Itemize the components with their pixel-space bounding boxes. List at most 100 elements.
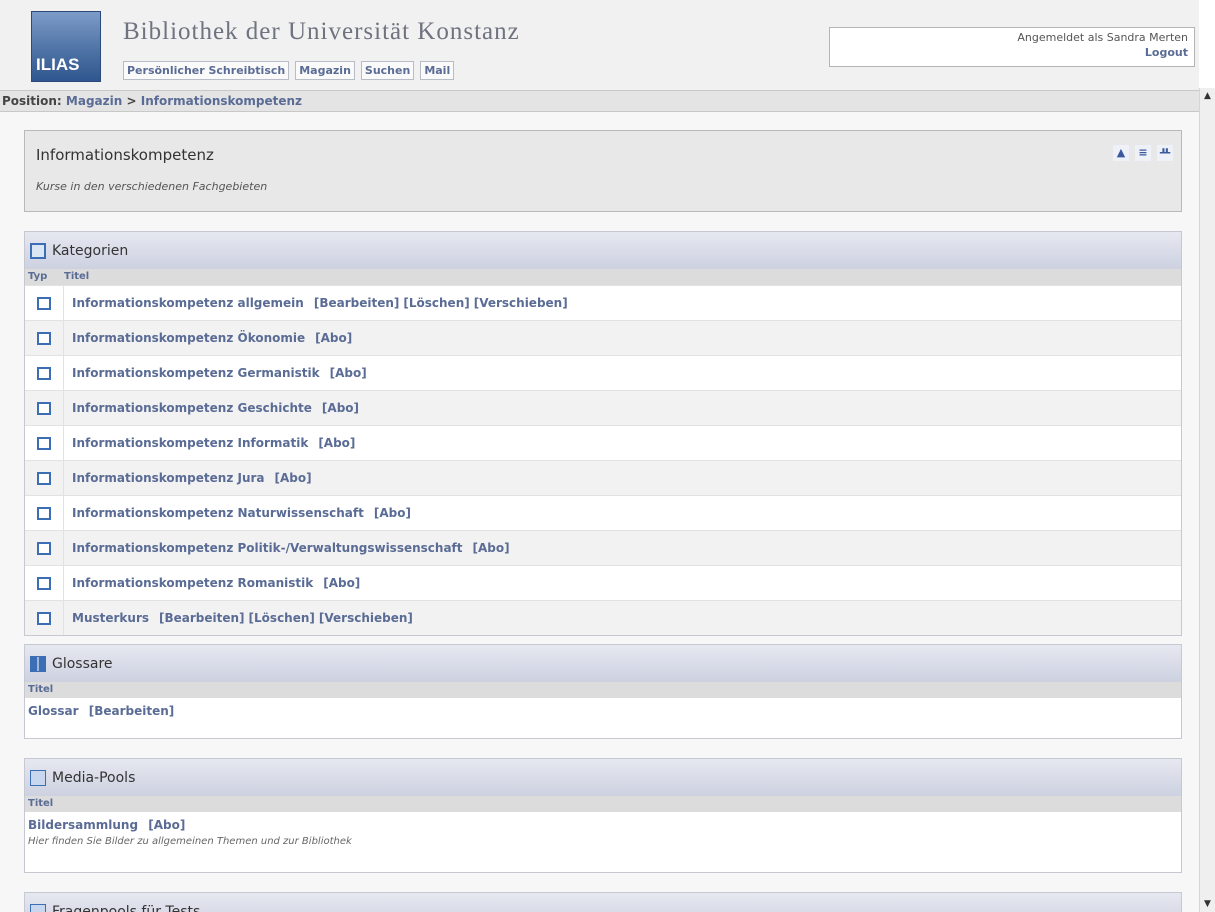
bildersammlung-link[interactable]: Bildersammlung: [28, 818, 138, 832]
glossar-link[interactable]: Glossar: [28, 704, 79, 718]
category-link[interactable]: Informationskompetenz Romanistik: [72, 576, 313, 590]
type-cell: [25, 425, 64, 461]
action-link[interactable]: [Abo]: [318, 436, 355, 450]
category-link[interactable]: Informationskompetenz Politik-/Verwaltun…: [72, 541, 463, 555]
media-pool-icon: [30, 769, 46, 786]
action-link[interactable]: [Abo]: [330, 366, 367, 380]
table-row: Informationskompetenz Ökonomie [Abo]: [25, 320, 1181, 356]
category-link[interactable]: Informationskompetenz Informatik: [72, 436, 308, 450]
nav-mail-button[interactable]: Mail: [420, 61, 455, 80]
action-link[interactable]: [Löschen]: [249, 611, 315, 625]
action-link[interactable]: [Abo]: [275, 471, 312, 485]
table-row: Informationskompetenz Jura [Abo]: [25, 460, 1181, 496]
action-link[interactable]: [Verschieben]: [319, 611, 413, 625]
title-cell: Informationskompetenz Germanistik [Abo]: [63, 355, 1181, 391]
action-link[interactable]: [Löschen]: [403, 296, 469, 310]
section-title: Glossare: [52, 655, 113, 672]
type-cell: [25, 530, 64, 566]
type-cell: [25, 565, 64, 601]
action-link[interactable]: [Abo]: [323, 576, 360, 590]
category-icon[interactable]: [37, 437, 51, 450]
column-header-label[interactable]: Titel: [28, 682, 53, 698]
section-media-pools: Media-Pools Titel Bildersammlung [Abo] H…: [24, 758, 1182, 873]
up-icon[interactable]: ▲: [1113, 145, 1129, 161]
table-row: Informationskompetenz Germanistik [Abo]: [25, 355, 1181, 391]
title-cell: Informationskompetenz Geschichte [Abo]: [63, 390, 1181, 426]
section-header-fragenpools: Fragenpools für Tests: [25, 893, 1181, 912]
column-header-typ[interactable]: Typ: [28, 269, 64, 285]
title-cell: Informationskompetenz allgemein [Bearbeit…: [63, 285, 1181, 321]
vertical-scrollbar[interactable]: ▲ ▼: [1199, 88, 1215, 912]
category-icon[interactable]: [37, 542, 51, 555]
action-link[interactable]: [Abo]: [374, 506, 411, 520]
action-link[interactable]: [Abo]: [322, 401, 359, 415]
breadcrumb-prefix: Position:: [2, 94, 62, 108]
category-icon[interactable]: [37, 367, 51, 380]
table-row: Informationskompetenz allgemein [Bearbeit…: [25, 285, 1181, 321]
category-link[interactable]: Informationskompetenz Naturwissenschaft: [72, 506, 364, 520]
category-link[interactable]: Musterkurs: [72, 611, 149, 625]
breadcrumb: Position: Magazin > Informationskompeten…: [0, 90, 1199, 112]
site-title: Bibliothek der Universität Konstanz: [123, 18, 520, 45]
nav-suchen-button[interactable]: Suchen: [360, 61, 415, 80]
category-table: Informationskompetenz allgemein [Bearbeit…: [25, 285, 1181, 635]
title-cell: Informationskompetenz Jura [Abo]: [63, 460, 1181, 496]
category-icon[interactable]: [37, 402, 51, 415]
category-link[interactable]: Informationskompetenz allgemein: [72, 296, 304, 310]
action-link[interactable]: [Abo]: [473, 541, 510, 555]
category-link[interactable]: Informationskompetenz Germanistik: [72, 366, 320, 380]
category-icon[interactable]: [37, 297, 51, 310]
column-headers: Typ Titel: [25, 269, 1181, 285]
list-item: Glossar [Bearbeiten]: [25, 698, 1181, 718]
type-cell: [25, 460, 64, 496]
login-status: Angemeldet als Sandra Merten: [1017, 31, 1188, 44]
category-link[interactable]: Informationskompetenz Jura: [72, 471, 265, 485]
main-content: Informationskompetenz Kurse in den versc…: [0, 112, 1199, 912]
abo-link[interactable]: [Abo]: [148, 818, 185, 832]
nav-magazin-button[interactable]: Magazin: [295, 61, 355, 80]
breadcrumb-informationskompetenz-link[interactable]: Informationskompetenz: [141, 94, 302, 108]
action-link[interactable]: [Bearbeiten]: [159, 611, 245, 625]
scroll-up-arrow-icon[interactable]: ▲: [1200, 88, 1215, 104]
view-icons: ▲ ≡ ᚇ: [1113, 145, 1173, 161]
breadcrumb-magazin-link[interactable]: Magazin: [66, 94, 122, 108]
column-header-titel: Titel: [25, 682, 1181, 698]
title-cell: Informationskompetenz Informatik [Abo]: [63, 425, 1181, 461]
category-icon[interactable]: [37, 472, 51, 485]
nav-schreibtisch-button[interactable]: Persönlicher Schreibtisch: [123, 61, 290, 80]
column-header-label[interactable]: Titel: [28, 796, 53, 812]
title-cell: Musterkurs [Bearbeiten] [Löschen] [Verschie…: [63, 600, 1181, 635]
title-cell: Informationskompetenz Ökonomie [Abo]: [63, 320, 1181, 356]
section-title: Kategorien: [52, 242, 129, 259]
title-cell: Informationskompetenz Naturwissenschaft […: [63, 495, 1181, 531]
column-header-titel[interactable]: Titel: [64, 269, 89, 285]
section-header-media-pools: Media-Pools: [25, 759, 1181, 796]
section-title: Media-Pools: [52, 769, 136, 786]
list-icon[interactable]: ≡: [1135, 145, 1151, 161]
page-header: ILIAS Bibliothek der Universität Konstan…: [0, 0, 1199, 90]
action-link[interactable]: [Verschieben]: [474, 296, 568, 310]
logout-link[interactable]: Logout: [830, 46, 1188, 59]
type-cell: [25, 355, 64, 391]
category-icon[interactable]: [37, 577, 51, 590]
category-icon[interactable]: [37, 332, 51, 345]
category-link[interactable]: Informationskompetenz Geschichte: [72, 401, 312, 415]
table-row: Informationskompetenz Geschichte [Abo]: [25, 390, 1181, 426]
glossary-icon: [30, 655, 46, 672]
type-cell: [25, 390, 64, 426]
edit-link[interactable]: [Bearbeiten]: [89, 704, 175, 718]
category-link[interactable]: Informationskompetenz Ökonomie: [72, 331, 305, 345]
table-row: Musterkurs [Bearbeiten] [Löschen] [Verschie…: [25, 600, 1181, 635]
section-fragenpools: Fragenpools für Tests: [24, 892, 1182, 912]
action-link[interactable]: [Bearbeiten]: [314, 296, 400, 310]
action-link[interactable]: [Abo]: [315, 331, 352, 345]
ilias-logo[interactable]: ILIAS: [31, 11, 101, 82]
category-icon[interactable]: [37, 507, 51, 520]
section-header-glossare: Glossare: [25, 645, 1181, 682]
logo-text: ILIAS: [36, 55, 80, 74]
tree-icon[interactable]: ᚇ: [1157, 145, 1173, 161]
section-kategorien: Kategorien Typ Titel Informationskompete…: [24, 231, 1182, 636]
category-icon[interactable]: [37, 612, 51, 625]
scroll-down-arrow-icon[interactable]: ▼: [1200, 896, 1215, 912]
title-cell: Informationskompetenz Politik-/Verwaltun…: [63, 530, 1181, 566]
